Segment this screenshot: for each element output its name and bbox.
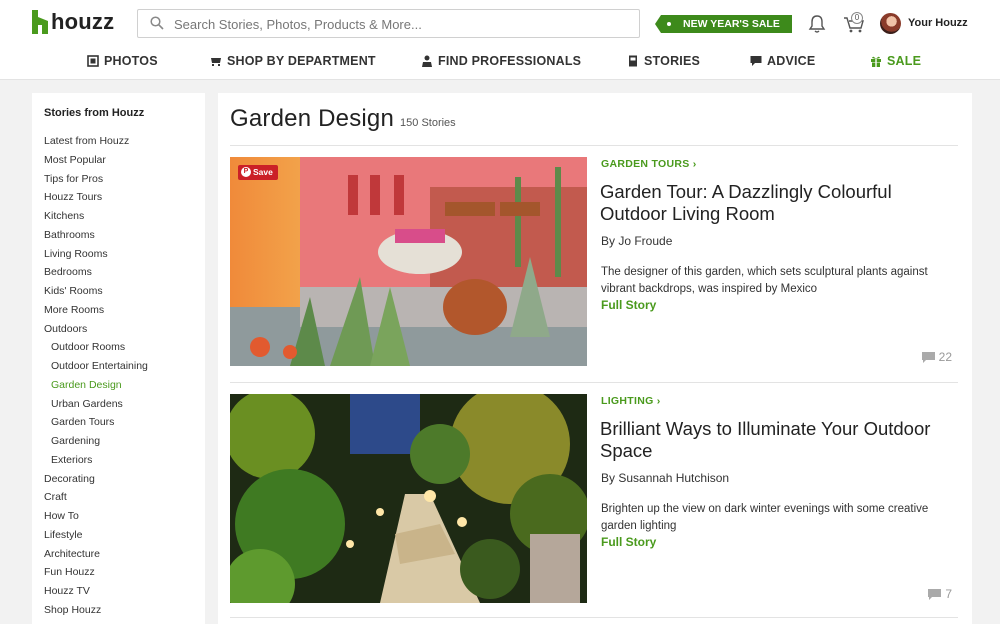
divider (230, 382, 958, 383)
sidebar-item-outdoor-rooms[interactable]: Outdoor Rooms (44, 341, 148, 360)
sidebar-item-kids-rooms[interactable]: Kids' Rooms (44, 285, 148, 304)
main-nav: PHOTOS SHOP BY DEPARTMENT FIND PROFESSIO… (0, 52, 1000, 70)
sidebar-item-urban-gardens[interactable]: Urban Gardens (44, 398, 148, 417)
nav-advice-label: ADVICE (767, 54, 816, 68)
nav-photos-label: PHOTOS (104, 54, 158, 68)
divider (230, 617, 958, 618)
nav-shop-label: SHOP BY DEPARTMENT (227, 54, 376, 68)
avatar[interactable] (880, 13, 901, 34)
sidebar-item-decorating[interactable]: Decorating (44, 473, 148, 492)
sidebar-item-kitchens[interactable]: Kitchens (44, 210, 148, 229)
sidebar-item-more-rooms[interactable]: More Rooms (44, 304, 148, 323)
sidebar-item-latest[interactable]: Latest from Houzz (44, 135, 148, 154)
nav-find-professionals-label: FIND PROFESSIONALS (438, 54, 582, 68)
sidebar-item-bedrooms[interactable]: Bedrooms (44, 266, 148, 285)
houzz-logo[interactable]: houzz (32, 9, 114, 35)
sidebar-item-fun-houzz[interactable]: Fun Houzz (44, 566, 148, 585)
story-byline: By Jo Froude (601, 234, 673, 248)
story-count: 150 Stories (400, 117, 456, 129)
search-input[interactable] (174, 14, 624, 34)
gift-icon (871, 56, 881, 67)
comment-count-value: 22 (938, 350, 952, 364)
search-box[interactable] (137, 9, 640, 38)
story-thumbnail[interactable] (230, 394, 587, 603)
story-card: Save GARDEN TOURS › Garden Tour: A Dazzl… (230, 157, 958, 367)
nav-find-professionals[interactable]: FIND PROFESSIONALS (421, 52, 581, 70)
sidebar-item-houzz-tours[interactable]: Houzz Tours (44, 191, 148, 210)
stories-icon (629, 55, 637, 67)
new-years-sale-badge[interactable]: NEW YEAR'S SALE (655, 15, 792, 33)
sidebar-item-outdoor-entertaining[interactable]: Outdoor Entertaining (44, 360, 148, 379)
professional-icon (422, 55, 432, 67)
shop-icon (211, 58, 221, 66)
comment-icon (921, 351, 935, 363)
sidebar-item-bathrooms[interactable]: Bathrooms (44, 229, 148, 248)
nav-stories-label: STORIES (644, 54, 701, 68)
search-icon (150, 16, 164, 30)
sidebar-item-exteriors[interactable]: Exteriors (44, 454, 148, 473)
story-thumbnail[interactable]: Save (230, 157, 587, 366)
story-description: The designer of this garden, which sets … (601, 266, 928, 295)
nav-photos[interactable]: PHOTOS (87, 52, 158, 70)
notification-bell-icon[interactable] (808, 14, 826, 34)
divider (230, 145, 958, 146)
story-description: Brighten up the view on dark winter even… (601, 503, 929, 532)
sidebar-item-garden-design[interactable]: Garden Design (44, 379, 148, 398)
sidebar-item-houzz-tv[interactable]: Houzz TV (44, 585, 148, 604)
story-byline: By Susannah Hutchison (601, 471, 730, 485)
houzz-logo-icon (32, 10, 48, 34)
nav-stories[interactable]: STORIES (627, 52, 700, 70)
sidebar-item-architecture[interactable]: Architecture (44, 548, 148, 567)
advice-icon (750, 56, 762, 66)
garden-lighting-photo (230, 394, 587, 603)
sidebar-item-outdoors[interactable]: Outdoors (44, 323, 148, 342)
sidebar-item-tips-for-pros[interactable]: Tips for Pros (44, 173, 148, 192)
sale-badge-label: NEW YEAR'S SALE (683, 18, 780, 30)
stories-sidebar: Stories from Houzz Latest from Houzz Mos… (32, 93, 205, 624)
comment-icon (928, 588, 942, 600)
tag-hole-icon (667, 22, 671, 26)
pinterest-save-button[interactable]: Save (238, 165, 278, 180)
full-story-link[interactable]: Full Story (601, 298, 656, 312)
sidebar-item-most-popular[interactable]: Most Popular (44, 154, 148, 173)
expand-icon[interactable] (567, 166, 587, 366)
sidebar-item-shop-houzz[interactable]: Shop Houzz (44, 604, 148, 623)
sidebar-list: Latest from Houzz Most Popular Tips for … (44, 135, 148, 623)
nav-sale-label: SALE (887, 54, 922, 68)
story-title[interactable]: Garden Tour: A Dazzlingly Colourful Outd… (600, 181, 960, 225)
garden-tour-photo (230, 157, 587, 366)
cart-button[interactable]: 0 (843, 12, 865, 34)
story-title[interactable]: Brilliant Ways to Illuminate Your Outdoo… (600, 418, 960, 462)
sidebar-item-lifestyle[interactable]: Lifestyle (44, 529, 148, 548)
nav-sale[interactable]: SALE (870, 52, 921, 70)
full-story-link[interactable]: Full Story (601, 535, 656, 549)
nav-shop[interactable]: SHOP BY DEPARTMENT (210, 52, 376, 70)
sidebar-item-gardening[interactable]: Gardening (44, 435, 148, 454)
sidebar-heading: Stories from Houzz (44, 107, 145, 119)
logo-text: houzz (51, 9, 115, 34)
top-header: houzz NEW YEAR'S SALE 0 Your Houzz PHOTO… (0, 0, 1000, 80)
sidebar-item-craft[interactable]: Craft (44, 491, 148, 510)
your-houzz-link[interactable]: Your Houzz (908, 17, 968, 29)
nav-advice[interactable]: ADVICE (750, 52, 815, 70)
comment-count-value: 7 (945, 587, 952, 601)
photos-icon (87, 55, 99, 67)
stories-main: Garden Design 150 Stories P Save GARDEN … (218, 93, 972, 624)
comment-count[interactable]: 22 (921, 350, 952, 364)
sidebar-item-how-to[interactable]: How To (44, 510, 148, 529)
page-header: Garden Design 150 Stories (230, 105, 456, 133)
story-category-link[interactable]: LIGHTING › (601, 395, 661, 407)
page-title: Garden Design (230, 105, 395, 132)
story-card: LIGHTING › Brilliant Ways to Illuminate … (230, 394, 958, 604)
sidebar-item-garden-tours[interactable]: Garden Tours (44, 416, 148, 435)
cart-count-badge: 0 (851, 12, 863, 24)
comment-count[interactable]: 7 (928, 587, 952, 601)
sidebar-item-living-rooms[interactable]: Living Rooms (44, 248, 148, 267)
story-category-link[interactable]: GARDEN TOURS › (601, 158, 697, 170)
